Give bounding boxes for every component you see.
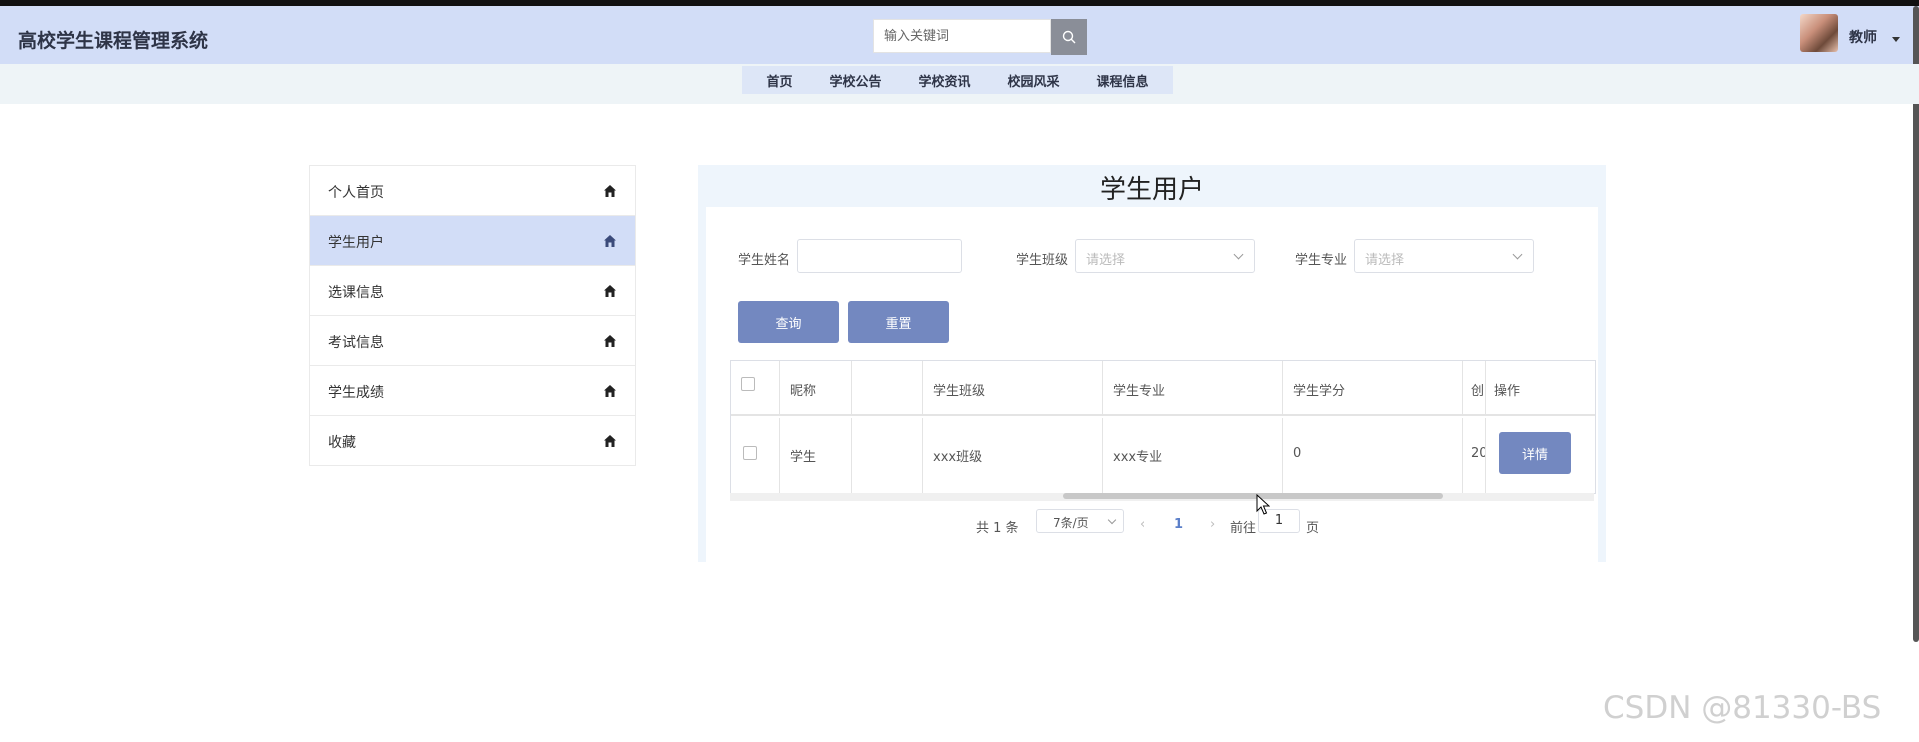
page-size-value: 7条/页: [1053, 516, 1089, 530]
goto-label: 前往: [1230, 521, 1257, 536]
nav-item-courses[interactable]: 课程信息: [1096, 71, 1148, 90]
chevron-down-icon: [1107, 515, 1117, 525]
student-class-placeholder: 请选择: [1086, 253, 1126, 268]
search-input[interactable]: [873, 19, 1051, 53]
top-nav: 首页 学校公告 学校资讯 校园风采 课程信息: [742, 66, 1173, 94]
column-label: 学生学分: [1293, 384, 1346, 399]
nav-item-campus[interactable]: 校园风采: [1007, 71, 1059, 90]
header: 高校学生课程管理系统 教师: [0, 6, 1919, 64]
home-icon: [604, 335, 616, 347]
sidebar: 个人首页 学生用户 选课信息 考试信息 学生成绩 收藏: [309, 165, 636, 466]
cell-text: xxx班级: [933, 450, 983, 465]
table-cell-class: xxx班级: [923, 418, 1103, 493]
home-icon: [604, 385, 616, 397]
student-major-placeholder: 请选择: [1365, 253, 1405, 268]
search-box: [873, 19, 1089, 55]
page-suffix: 页: [1306, 521, 1320, 536]
chevron-down-icon: [1233, 249, 1244, 260]
table-horizontal-scrollbar[interactable]: [730, 493, 1594, 501]
student-major-select[interactable]: 请选择: [1354, 239, 1534, 273]
prev-page-icon[interactable]: ‹: [1140, 517, 1145, 532]
avatar[interactable]: [1800, 14, 1838, 52]
app-title: 高校学生课程管理系统: [18, 30, 209, 52]
column-label: 学生专业: [1113, 384, 1166, 399]
student-major-label: 学生专业: [1295, 253, 1348, 268]
table-cell-credits: 0: [1283, 418, 1463, 493]
row-checkbox[interactable]: [743, 446, 757, 460]
sidebar-item-label: 考试信息: [328, 335, 384, 351]
main-panel: 学生用户 学生姓名 学生班级 请选择 学生专业 请选择 查询 重置 昵称 学生班…: [698, 165, 1606, 562]
table-header-created[interactable]: 创: [1463, 361, 1485, 416]
sidebar-item-favorites[interactable]: 收藏: [310, 416, 635, 465]
nav-item-home[interactable]: 首页: [766, 71, 792, 90]
query-button[interactable]: 查询: [738, 301, 839, 343]
sidebar-item-course-selection[interactable]: 选课信息: [310, 266, 635, 316]
sidebar-item-label: 学生用户: [328, 235, 384, 251]
cell-text: 20: [1471, 446, 1485, 461]
pagination-total: 共 1 条: [976, 521, 1019, 536]
student-name-label: 学生姓名: [738, 253, 791, 268]
table-cell-actions: 详情: [1485, 418, 1595, 493]
table-cell-select: [731, 418, 780, 493]
student-name-input[interactable]: [797, 239, 962, 273]
sidebar-item-label: 收藏: [328, 435, 356, 451]
sidebar-item-home[interactable]: 个人首页: [310, 166, 635, 216]
select-all-checkbox[interactable]: [741, 377, 755, 391]
mouse-cursor-icon: [1256, 494, 1270, 515]
content-area: 学生姓名 学生班级 请选择 学生专业 请选择 查询 重置 昵称 学生班级 学生专…: [706, 207, 1598, 562]
column-label: 创: [1471, 384, 1485, 399]
nav-item-news[interactable]: 学校资讯: [918, 71, 970, 90]
chevron-down-icon[interactable]: [1892, 37, 1900, 42]
search-button[interactable]: [1051, 19, 1087, 55]
detail-button[interactable]: 详情: [1499, 432, 1571, 474]
table-header-actions: 操作: [1485, 361, 1595, 416]
home-icon: [604, 285, 616, 297]
page-title: 学生用户: [1099, 175, 1204, 205]
user-menu[interactable]: 教师: [1849, 27, 1877, 47]
reset-button[interactable]: 重置: [848, 301, 949, 343]
table-cell-nickname: 学生: [780, 418, 852, 493]
sidebar-item-grades[interactable]: 学生成绩: [310, 366, 635, 416]
page-size-select[interactable]: 7条/页: [1036, 509, 1124, 533]
next-page-icon[interactable]: ›: [1210, 517, 1215, 532]
column-label: 学生班级: [933, 384, 986, 399]
student-class-label: 学生班级: [1016, 253, 1069, 268]
home-icon: [604, 435, 616, 447]
cell-text: 学生: [790, 450, 817, 465]
cell-text: 0: [1293, 446, 1302, 461]
watermark: CSDN @81330-BS: [1603, 690, 1882, 726]
column-label: 操作: [1494, 384, 1521, 399]
scrollbar-thumb[interactable]: [1063, 493, 1443, 499]
table-cell-major: xxx专业: [1103, 418, 1283, 493]
table-header-major[interactable]: 学生专业: [1103, 361, 1283, 416]
search-icon: [1062, 30, 1076, 44]
column-label: 昵称: [790, 384, 817, 399]
nav-item-notices[interactable]: 学校公告: [829, 71, 881, 90]
table-cell-blank: [852, 418, 923, 493]
chevron-down-icon: [1512, 249, 1523, 260]
table-header-blank: [852, 361, 923, 416]
sidebar-item-label: 个人首页: [328, 185, 384, 201]
table-header-class[interactable]: 学生班级: [923, 361, 1103, 416]
sidebar-item-label: 学生成绩: [328, 385, 384, 401]
sidebar-item-label: 选课信息: [328, 285, 384, 301]
sidebar-item-students[interactable]: 学生用户: [310, 216, 635, 266]
current-page[interactable]: 1: [1174, 517, 1183, 532]
student-class-select[interactable]: 请选择: [1075, 239, 1255, 273]
sidebar-item-exams[interactable]: 考试信息: [310, 316, 635, 366]
home-icon: [604, 235, 616, 247]
table-cell-created: 20: [1463, 418, 1485, 493]
cell-text: xxx专业: [1113, 450, 1163, 465]
students-table: 昵称 学生班级 学生专业 学生学分 创 操作 学生 xxx班级 xxx专业 0 …: [730, 360, 1596, 494]
table-header-nickname[interactable]: 昵称: [780, 361, 852, 416]
table-header-select: [731, 361, 780, 416]
home-icon: [604, 185, 616, 197]
table-header-credits[interactable]: 学生学分: [1283, 361, 1463, 416]
